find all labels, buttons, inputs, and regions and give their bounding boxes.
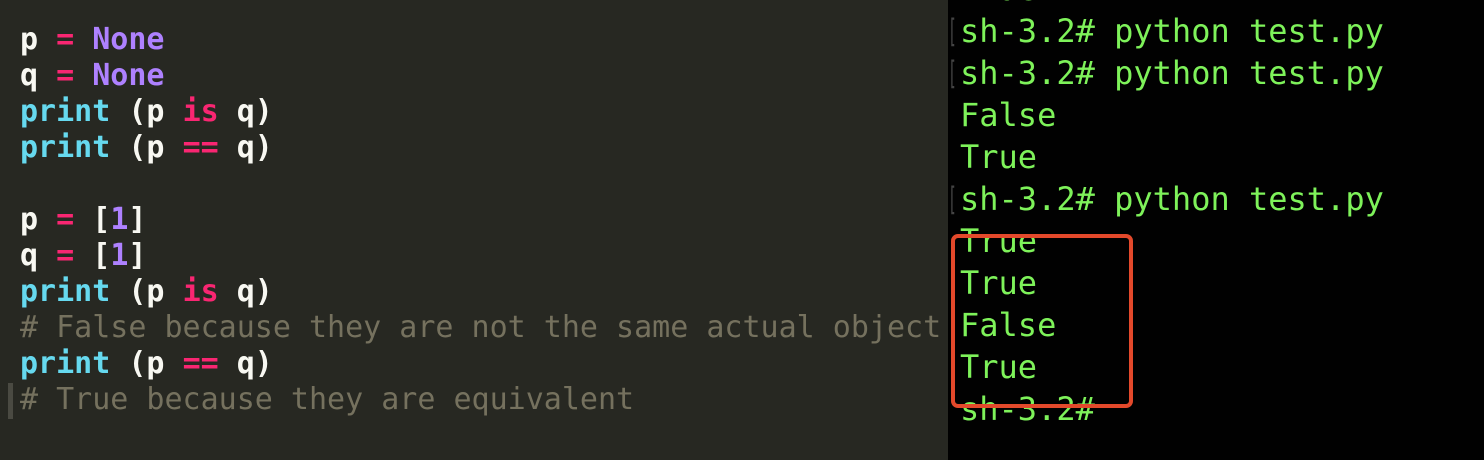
code-token-num: 1 [110,238,129,273]
terminal-output-line: True [960,264,1038,302]
code-token-punc: q) [218,274,273,309]
code-token-cmt: # True because they are equivalent [20,382,635,417]
code-token-punc: (p [110,346,183,381]
code-line[interactable]: p = None [20,22,941,58]
code-line[interactable]: print (p is q) [20,274,941,310]
code-token-cmt: # False because they are not the same ac… [20,310,942,345]
code-line[interactable]: q = None [20,58,941,94]
code-token-punc: q) [218,346,273,381]
code-token-punc: ] [128,238,147,273]
screen: p = None q = None print (p is q) print (p =… [0,0,1484,460]
code-token-var [38,202,56,237]
code-token-const: None [92,58,165,93]
code-line[interactable]: # True because they are equivalent [20,382,941,418]
code-token-var: q [20,238,39,273]
code-token-var [38,58,56,93]
code-token-var: p [20,22,39,57]
code-token-op: == [182,346,219,381]
code-token-punc: q) [218,94,273,129]
code-token-var [38,22,56,57]
code-token-func: print [20,346,111,381]
code-line[interactable]: p = [1] [20,202,941,238]
code-token-op: = [56,58,75,93]
terminal-output[interactable]: Truesh-3.2# python test.pysh-3.2# python… [948,0,1384,430]
code-token-punc: [ [74,238,111,273]
code-line[interactable]: print (p == q) [20,130,941,166]
terminal-pane[interactable]: Truesh-3.2# python test.pysh-3.2# python… [948,0,1484,460]
code-token-func: print [20,130,111,165]
code-token-var: p [20,202,39,237]
code-token-op: == [182,130,219,165]
code-token-var [74,58,92,93]
code-line[interactable]: print (p == q) [20,346,941,382]
code-token-punc: [ [74,202,111,237]
code-line[interactable]: # False because they are not the same ac… [20,310,941,346]
code-token-var [74,22,92,57]
code-token-num: 1 [110,202,129,237]
code-token-punc: q) [218,130,273,165]
code-token-op: = [56,202,75,237]
code-token-op: is [182,274,219,309]
terminal-output-line: True [948,0,1384,10]
code-token-punc: (p [110,94,183,129]
code-token-func: print [20,274,111,309]
code-token-var: q [20,58,39,93]
code-token-op: is [182,94,219,129]
code-token-const: None [92,22,165,57]
terminal-command-line: sh-3.2# python test.py [948,178,1384,220]
terminal-output-line: True [960,222,1038,260]
current-line-marker [8,383,13,419]
terminal-output-line: True [960,138,1038,176]
terminal-command-line: sh-3.2# python test.py [948,10,1384,52]
terminal-output-line: sh-3.2# [960,390,1095,428]
code-editor-pane[interactable]: p = None q = None print (p is q) print (p =… [0,0,948,460]
code-token-op: = [56,238,75,273]
code-line[interactable]: print (p is q) [20,94,941,130]
code-token-var [38,238,56,273]
terminal-output-line: False [960,96,1057,134]
code-token-punc: (p [110,130,183,165]
code-token-func: print [20,94,111,129]
code-line[interactable]: q = [1] [20,238,941,274]
code-token-punc: (p [110,274,183,309]
code-token-punc: ] [128,202,147,237]
code-token-op: = [56,22,75,57]
terminal-output-line: False [960,306,1057,344]
terminal-output-line: True [960,348,1038,386]
terminal-command-line: sh-3.2# python test.py [948,52,1384,94]
code-lines[interactable]: p = None q = None print (p is q) print (p =… [20,22,941,418]
code-line[interactable] [20,166,941,202]
